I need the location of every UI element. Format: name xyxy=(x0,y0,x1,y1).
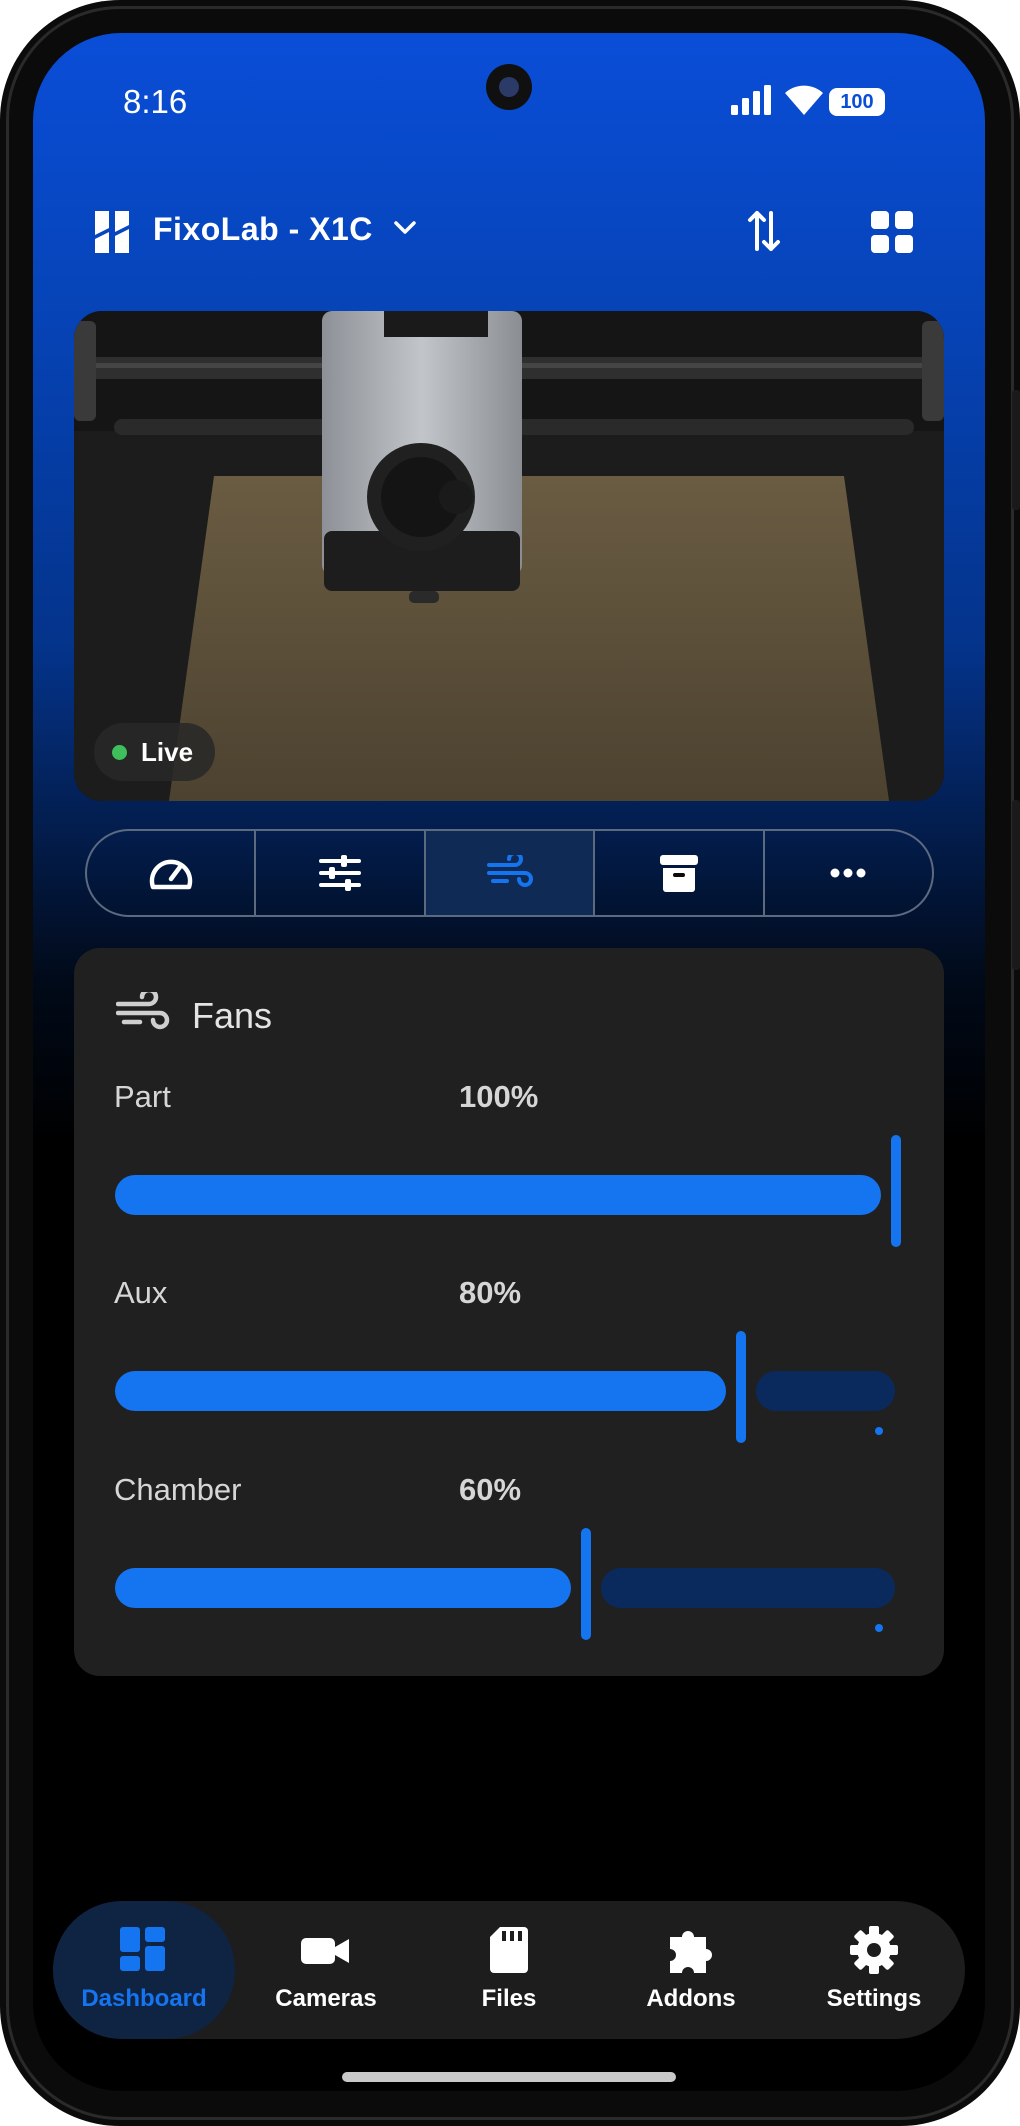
battery-icon: 100 xyxy=(829,88,885,116)
more-horizontal-icon xyxy=(830,868,866,878)
slider-handle[interactable] xyxy=(891,1135,901,1247)
fan-row-part: Part 100% xyxy=(74,1079,944,1269)
nav-files[interactable]: Files xyxy=(418,1901,600,2039)
nav-cameras[interactable]: Cameras xyxy=(235,1901,417,2039)
chevron-down-icon[interactable] xyxy=(393,220,417,236)
fans-card: Fans Part 100% Aux 80% Chamber 60% xyxy=(74,948,944,1676)
home-indicator[interactable] xyxy=(342,2072,676,2082)
nav-label: Cameras xyxy=(275,1985,377,2012)
gear-icon xyxy=(850,1926,898,1974)
fan-row-aux: Aux 80% xyxy=(74,1275,944,1465)
nav-settings[interactable]: Settings xyxy=(783,1901,965,2039)
fan-value: 80% xyxy=(459,1275,522,1310)
nav-label: Dashboard xyxy=(81,1985,207,2012)
grid-icon[interactable] xyxy=(871,211,913,253)
puzzle-icon xyxy=(670,1931,712,1973)
slider-inactive-track xyxy=(756,1371,895,1435)
nav-label: Files xyxy=(481,1985,537,2012)
fans-title: Fans xyxy=(192,995,273,1036)
gauge-icon xyxy=(149,859,192,890)
slider-stop-indicator xyxy=(875,1624,883,1632)
live-label: Live xyxy=(141,736,194,767)
front-camera xyxy=(486,64,532,110)
tab-storage[interactable] xyxy=(595,831,765,915)
fan-slider[interactable] xyxy=(115,1331,901,1443)
slider-active-track xyxy=(115,1568,571,1608)
nav-dashboard[interactable]: Dashboard xyxy=(53,1901,235,2039)
wifi-icon xyxy=(785,85,823,115)
live-badge: Live xyxy=(94,723,216,781)
slider-inactive-track xyxy=(601,1568,895,1632)
slider-handle[interactable] xyxy=(736,1331,746,1443)
sliders-icon xyxy=(319,855,362,891)
fan-label: Part xyxy=(114,1079,171,1114)
transfer-icon[interactable] xyxy=(747,209,781,253)
fan-label: Aux xyxy=(114,1275,168,1310)
camera-feed[interactable]: Live xyxy=(74,311,944,801)
slider-stop-indicator xyxy=(875,1427,883,1435)
tab-fans[interactable] xyxy=(425,831,596,915)
volume-button xyxy=(1012,800,1020,970)
app-screen: 8:16 100 FixoLab - X1C Live Fans Part 10… xyxy=(33,33,985,2091)
signal-icon xyxy=(731,85,771,115)
fan-label: Chamber xyxy=(114,1472,242,1507)
sd-card-icon xyxy=(490,1927,528,1973)
slider-handle[interactable] xyxy=(581,1528,591,1640)
video-camera-icon xyxy=(301,1938,349,1964)
wind-icon xyxy=(116,992,170,1030)
nav-label: Addons xyxy=(646,1985,736,2012)
archive-icon xyxy=(659,855,698,892)
fan-row-chamber: Chamber 60% xyxy=(74,1472,944,1662)
fan-value: 60% xyxy=(459,1472,522,1507)
printer-selector[interactable]: FixoLab - X1C xyxy=(153,211,373,248)
slider-active-track xyxy=(115,1371,726,1411)
fan-slider[interactable] xyxy=(115,1135,901,1247)
fan-value: 100% xyxy=(459,1079,539,1114)
fan-slider[interactable] xyxy=(115,1528,901,1640)
wind-icon xyxy=(486,855,533,887)
status-time: 8:16 xyxy=(123,83,188,120)
tab-controls[interactable] xyxy=(256,831,426,915)
tab-more[interactable] xyxy=(765,831,932,915)
tab-status[interactable] xyxy=(87,831,257,915)
bottom-navigation: Dashboard Cameras Files Addons Settings xyxy=(53,1901,965,2039)
power-button xyxy=(1012,390,1020,510)
dashboard-icon xyxy=(120,1927,165,1971)
slider-active-track xyxy=(115,1175,881,1215)
control-tab-bar xyxy=(85,829,934,917)
nav-addons[interactable]: Addons xyxy=(600,1901,782,2039)
app-logo-icon xyxy=(95,211,129,253)
camera-image xyxy=(74,311,944,801)
live-indicator-icon xyxy=(112,744,127,760)
nav-label: Settings xyxy=(826,1985,922,2012)
